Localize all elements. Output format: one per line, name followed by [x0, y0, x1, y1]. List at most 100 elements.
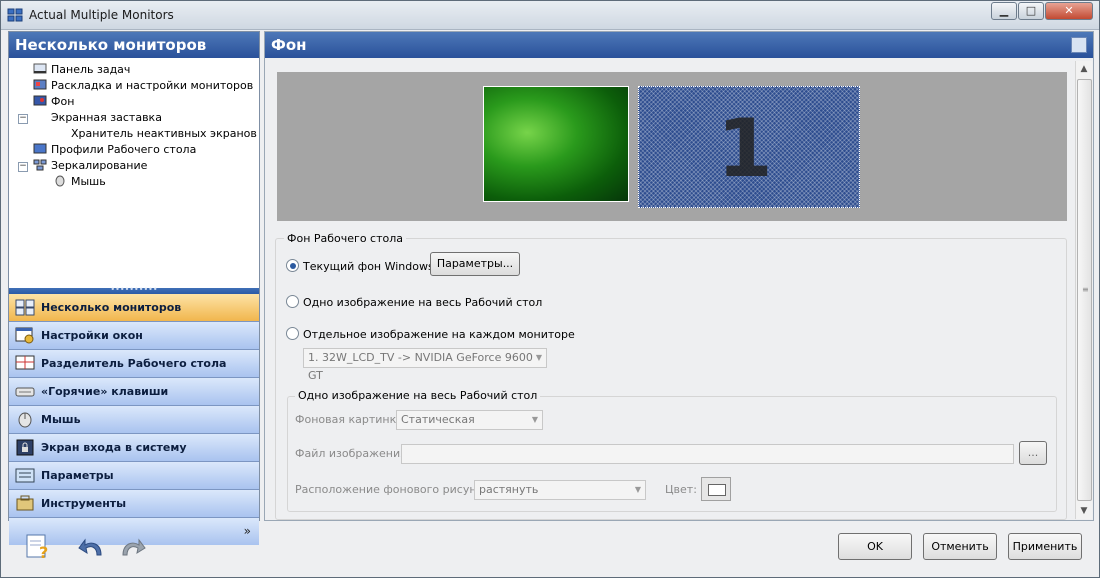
radio-label: Текущий фон Windows	[303, 260, 434, 273]
window-settings-icon	[15, 327, 34, 344]
app-icon	[7, 8, 23, 22]
tree-item-label: Панель задач	[51, 63, 131, 76]
redo-icon[interactable]	[117, 533, 147, 561]
window-title: Actual Multiple Monitors	[29, 8, 174, 22]
position-value: растянуть	[479, 483, 539, 496]
minimize-button[interactable]: ▁	[991, 2, 1017, 20]
more-chevron-icon[interactable]: »	[244, 524, 251, 538]
cancel-button[interactable]: Отменить	[923, 533, 997, 560]
monitor-layout-icon	[33, 79, 47, 90]
maximize-button[interactable]: □	[1018, 2, 1044, 20]
settings-tree: Панель задач Раскладка и настройки монит…	[9, 58, 259, 288]
chevron-down-icon: ▼	[634, 485, 641, 494]
bg-picture-label: Фоновая картинка	[295, 413, 403, 426]
nav-mouse[interactable]: Мышь	[9, 406, 259, 434]
multi-monitor-icon	[15, 299, 35, 316]
page-title: Фон	[271, 36, 307, 54]
bg-picture-value: Статическая	[401, 413, 475, 426]
single-image-legend: Одно изображение на весь Рабочий стол	[295, 389, 541, 402]
nav-desktop-divider[interactable]: Разделитель Рабочего стола	[9, 350, 259, 378]
nav-label: Мышь	[41, 413, 81, 426]
radio-indicator[interactable]	[286, 259, 299, 272]
radio-indicator[interactable]	[286, 327, 299, 340]
tree-item-label: Мышь	[71, 175, 106, 188]
tree-item-label: Раскладка и настройки мониторов	[51, 79, 254, 92]
taskbar-icon	[33, 63, 47, 74]
tools-icon	[16, 495, 34, 511]
left-pane-header: Несколько мониторов	[9, 32, 259, 58]
tree-item-wallpaper[interactable]: Фон	[33, 94, 74, 110]
tree-item-taskbar[interactable]: Панель задач	[33, 62, 130, 78]
desktop-bg-legend: Фон Рабочего стола	[284, 232, 407, 245]
collapse-toggle[interactable]: −	[18, 162, 28, 172]
scroll-up-icon[interactable]: ▲	[1076, 61, 1092, 77]
mouse-icon	[55, 175, 65, 187]
tree-item-label: Зеркалирование	[51, 159, 148, 172]
nav-login-screen[interactable]: Экран входа в систему	[9, 434, 259, 462]
color-label: Цвет:	[665, 483, 697, 496]
chevron-down-icon: ▼	[535, 353, 542, 362]
image-file-label: Файл изображения:	[295, 447, 411, 460]
tree-item-inactive-screens[interactable]: Хранитель неактивных экранов	[71, 126, 257, 142]
tree-item-label: Фон	[51, 95, 75, 108]
radio-label: Одно изображение на весь Рабочий стол	[303, 296, 543, 309]
title-bar: Actual Multiple Monitors ▁ □ ✕	[1, 1, 1099, 30]
monitor-preview: 1	[277, 72, 1067, 221]
mouse-icon	[18, 412, 32, 428]
params-button[interactable]: Параметры...	[430, 252, 520, 276]
nav-label: «Горячие» клавиши	[41, 385, 169, 398]
scroll-thumb[interactable]: ≡	[1077, 79, 1092, 501]
ok-button[interactable]: OK	[838, 533, 912, 560]
nav-multi-monitor[interactable]: Несколько мониторов	[9, 294, 259, 322]
options-icon	[15, 468, 35, 483]
nav-label: Экран входа в систему	[41, 441, 187, 454]
scroll-down-icon[interactable]: ▼	[1076, 503, 1092, 519]
nav-options[interactable]: Параметры	[9, 462, 259, 490]
image-file-field[interactable]	[401, 444, 1014, 464]
tree-item-label: Профили Рабочего стола	[51, 143, 197, 156]
svg-text:?: ?	[39, 543, 48, 561]
monitor-2-thumbnail[interactable]: 1	[638, 86, 860, 208]
bg-picture-select[interactable]: Статическая ▼	[396, 410, 543, 430]
keyboard-icon	[15, 387, 35, 397]
vertical-scrollbar[interactable]: ▲ ≡ ▼	[1075, 61, 1092, 519]
nav-label: Инструменты	[41, 497, 127, 510]
position-select[interactable]: растянуть ▼	[474, 480, 646, 500]
tree-item-label: Хранитель неактивных экранов	[71, 127, 257, 140]
radio-indicator[interactable]	[286, 295, 299, 308]
mirror-icon	[33, 159, 47, 171]
lock-icon	[16, 439, 34, 456]
radio-single-image[interactable]: Одно изображение на весь Рабочий стол	[286, 295, 542, 311]
nav-window-settings[interactable]: Настройки окон	[9, 322, 259, 350]
left-pane: Несколько мониторов Панель задач Расклад…	[8, 31, 260, 545]
nav-hotkeys[interactable]: «Горячие» клавиши	[9, 378, 259, 406]
nav-label: Параметры	[41, 469, 114, 482]
radio-windows-bg[interactable]: Текущий фон Windows	[286, 259, 434, 275]
monitor-1-thumbnail[interactable]	[483, 86, 629, 202]
tree-item-monitor-layout[interactable]: Раскладка и настройки мониторов	[33, 78, 253, 94]
right-pane-header: Фон	[265, 32, 1093, 58]
tree-item-mouse[interactable]: Мышь	[53, 174, 106, 190]
tree-item-screensaver[interactable]: Экранная заставка	[51, 110, 162, 126]
desktop-profile-icon	[33, 143, 47, 154]
apply-button[interactable]: Применить	[1008, 533, 1082, 560]
tree-item-desktop-profiles[interactable]: Профили Рабочего стола	[33, 142, 196, 158]
help-document-icon[interactable]: ?	[23, 533, 53, 561]
nav-label: Несколько мониторов	[41, 301, 182, 314]
tree-item-mirroring[interactable]: Зеркалирование	[33, 158, 147, 174]
help-icon[interactable]	[1071, 37, 1087, 53]
right-pane: Фон 1 Фон Рабочего стола Текущий фон Win…	[264, 31, 1094, 521]
app-window: Actual Multiple Monitors ▁ □ ✕ Несколько…	[0, 0, 1100, 578]
position-label: Расположение фонового рисунка:	[295, 483, 494, 496]
undo-icon[interactable]	[77, 533, 107, 561]
radio-label: Отдельное изображение на каждом мониторе	[303, 328, 575, 341]
monitor-select[interactable]: 1. 32W_LCD_TV -> NVIDIA GeForce 9600 GT ▼	[303, 348, 547, 382]
collapse-toggle[interactable]: −	[18, 114, 28, 124]
radio-each-monitor[interactable]: Отдельное изображение на каждом мониторе	[286, 327, 575, 343]
nav-tools[interactable]: Инструменты	[9, 490, 259, 518]
color-picker-button[interactable]	[701, 477, 731, 501]
chevron-down-icon: ▼	[531, 415, 538, 424]
browse-button[interactable]: ...	[1019, 441, 1047, 465]
monitor-number: 1	[717, 102, 773, 195]
close-button[interactable]: ✕	[1045, 2, 1093, 20]
